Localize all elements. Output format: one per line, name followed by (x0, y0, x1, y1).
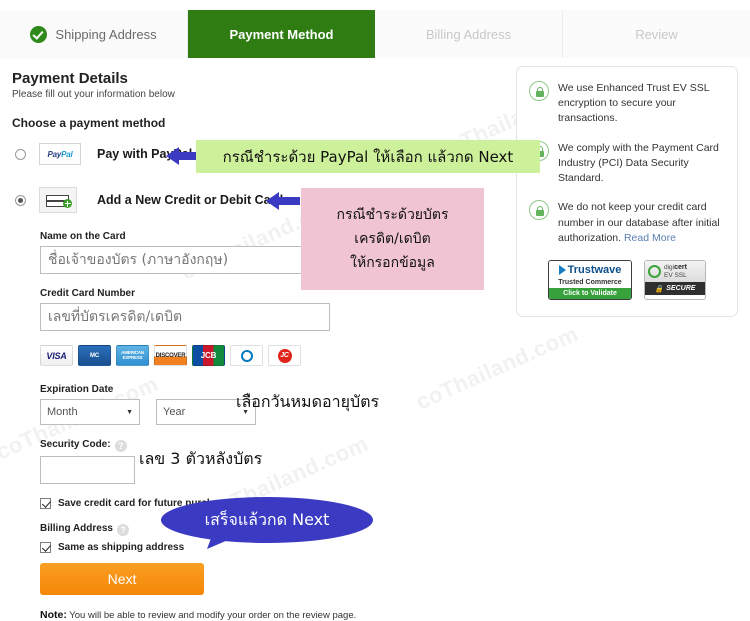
trustwave-tagline: Trusted Commerce (549, 277, 631, 288)
lock-icon (529, 81, 549, 101)
page-title: Payment Details (12, 70, 128, 87)
padlock-icon: 🔒 (654, 285, 664, 293)
digicert-sub: EV SSL (664, 272, 687, 280)
annotation-pink-note: กรณีชำระด้วยบัตร เครดิต/เดบิต ให้กรอกข้อ… (301, 188, 484, 290)
checkout-step-tabs: Shipping Address Payment Method Billing … (0, 10, 750, 58)
security-item: We comply with the Payment Card Industry… (529, 140, 725, 187)
expiration-month-select[interactable]: Month ▼ (40, 399, 140, 425)
next-button[interactable]: Next (40, 563, 204, 595)
paypal-logo-text-a: Pay (47, 149, 62, 159)
jcb-red-logo: JC (268, 345, 301, 366)
tab-payment-method[interactable]: Payment Method (188, 10, 375, 58)
tab-label: Review (635, 26, 678, 42)
tab-label: Shipping Address (55, 26, 157, 42)
security-assurance-panel: We use Enhanced Trust EV SSL encryption … (516, 66, 738, 317)
lock-icon (529, 200, 549, 221)
mastercard-logo: MC (78, 345, 111, 366)
security-code-label-text: Security Code: (40, 439, 111, 450)
digicert-brand-a: digi (664, 263, 675, 271)
same-as-shipping-checkbox[interactable] (40, 542, 51, 553)
jcb-logo: JCB (192, 345, 225, 366)
security-item: We do not keep your credit card number i… (529, 200, 725, 246)
amex-logo: AMERICAN EXPRESS (116, 345, 149, 366)
trust-badges: Trustwave Trusted Commerce Click to Vali… (529, 259, 725, 300)
payment-option-label: Add a New Credit or Debit Card (97, 193, 284, 207)
security-code-label: Security Code:? (40, 439, 512, 452)
digicert-badge[interactable]: digicert EV SSL 🔒 SECURE (644, 259, 706, 300)
tab-label: Billing Address (425, 26, 512, 42)
tab-label: Payment Method (229, 26, 334, 42)
trustwave-name: Trustwave (567, 263, 622, 276)
annotation-arrow-card (266, 192, 300, 210)
note-body: You will be able to review and modify yo… (66, 610, 357, 621)
add-card-icon (39, 187, 77, 213)
security-panel-column: We use Enhanced Trust EV SSL encryption … (516, 66, 738, 317)
trustwave-badge[interactable]: Trustwave Trusted Commerce Click to Vali… (548, 259, 632, 300)
expiration-year-value: Year (163, 406, 186, 418)
digicert-mark-icon (648, 265, 661, 279)
discover-logo: DISCOVER (154, 345, 187, 366)
visa-logo: VISA (40, 345, 73, 366)
tab-review[interactable]: Review (563, 10, 750, 58)
security-code-group: Security Code:? (40, 439, 512, 484)
annotation-cvv-note: เลข 3 ตัวหลังบัตร (139, 449, 263, 468)
save-card-checkbox[interactable] (40, 498, 51, 509)
security-code-input[interactable] (40, 456, 135, 484)
page-subtitle: Please fill out your information below (12, 89, 175, 100)
annotation-pink-line: เครดิต/เดบิต (354, 230, 431, 247)
security-item: We use Enhanced Trust EV SSL encryption … (529, 81, 725, 127)
annotation-expiry-note: เลือกวันหมดอายุบัตร (236, 392, 380, 411)
security-item-text: We use Enhanced Trust EV SSL encryption … (558, 82, 710, 125)
read-more-link[interactable]: Read More (624, 232, 676, 244)
annotation-green-note: กรณีชำระด้วย PayPal ให้เลือก แล้วกด Next (196, 140, 540, 173)
card-number-input[interactable]: เลขที่บัตรเครดิต/เดบิต (40, 303, 330, 331)
security-item-text: We do not keep your credit card number i… (558, 200, 725, 246)
name-on-card-input[interactable]: ชื่อเจ้าของบัตร (ภาษาอังกฤษ) (40, 246, 330, 274)
check-circle-icon (30, 25, 48, 43)
radio-new-card[interactable] (15, 194, 26, 206)
accepted-card-logos: VISA MC AMERICAN EXPRESS DISCOVER JCB JC (40, 345, 512, 366)
trustwave-mark-icon (558, 264, 566, 275)
card-number-group: Credit Card Number เลขที่บัตรเครดิต/เดบิ… (40, 288, 512, 331)
radio-paypal[interactable] (15, 148, 26, 160)
trustwave-cta[interactable]: Click to Validate (549, 287, 631, 299)
diners-club-logo (230, 345, 263, 366)
billing-address-label-text: Billing Address (40, 523, 113, 534)
help-icon[interactable]: ? (114, 440, 127, 452)
annotation-next-text: เสร็จแล้วกด Next (204, 509, 330, 529)
chevron-down-icon: ▼ (126, 408, 133, 416)
expiration-month-value: Month (47, 406, 78, 418)
paypal-logo: PayPal (39, 143, 81, 165)
security-item-text: We comply with the Payment Card Industry… (558, 141, 719, 185)
help-icon[interactable]: ? (116, 524, 129, 536)
annotation-pink-line: ให้กรอกข้อมูล (350, 255, 435, 272)
paypal-logo-text-b: Pal (61, 149, 73, 159)
annotation-arrow-paypal (166, 147, 200, 165)
annotation-next-callout: เสร็จแล้วกด Next (161, 497, 373, 549)
digicert-secure: SECURE (666, 285, 696, 293)
tab-billing-address[interactable]: Billing Address (375, 10, 563, 58)
tab-shipping-address[interactable]: Shipping Address (0, 10, 188, 58)
annotation-pink-line: กรณีชำระด้วยบัตร (336, 206, 449, 223)
digicert-brand-b: cert (674, 263, 687, 271)
choose-payment-method-label: Choose a payment method (12, 116, 166, 130)
